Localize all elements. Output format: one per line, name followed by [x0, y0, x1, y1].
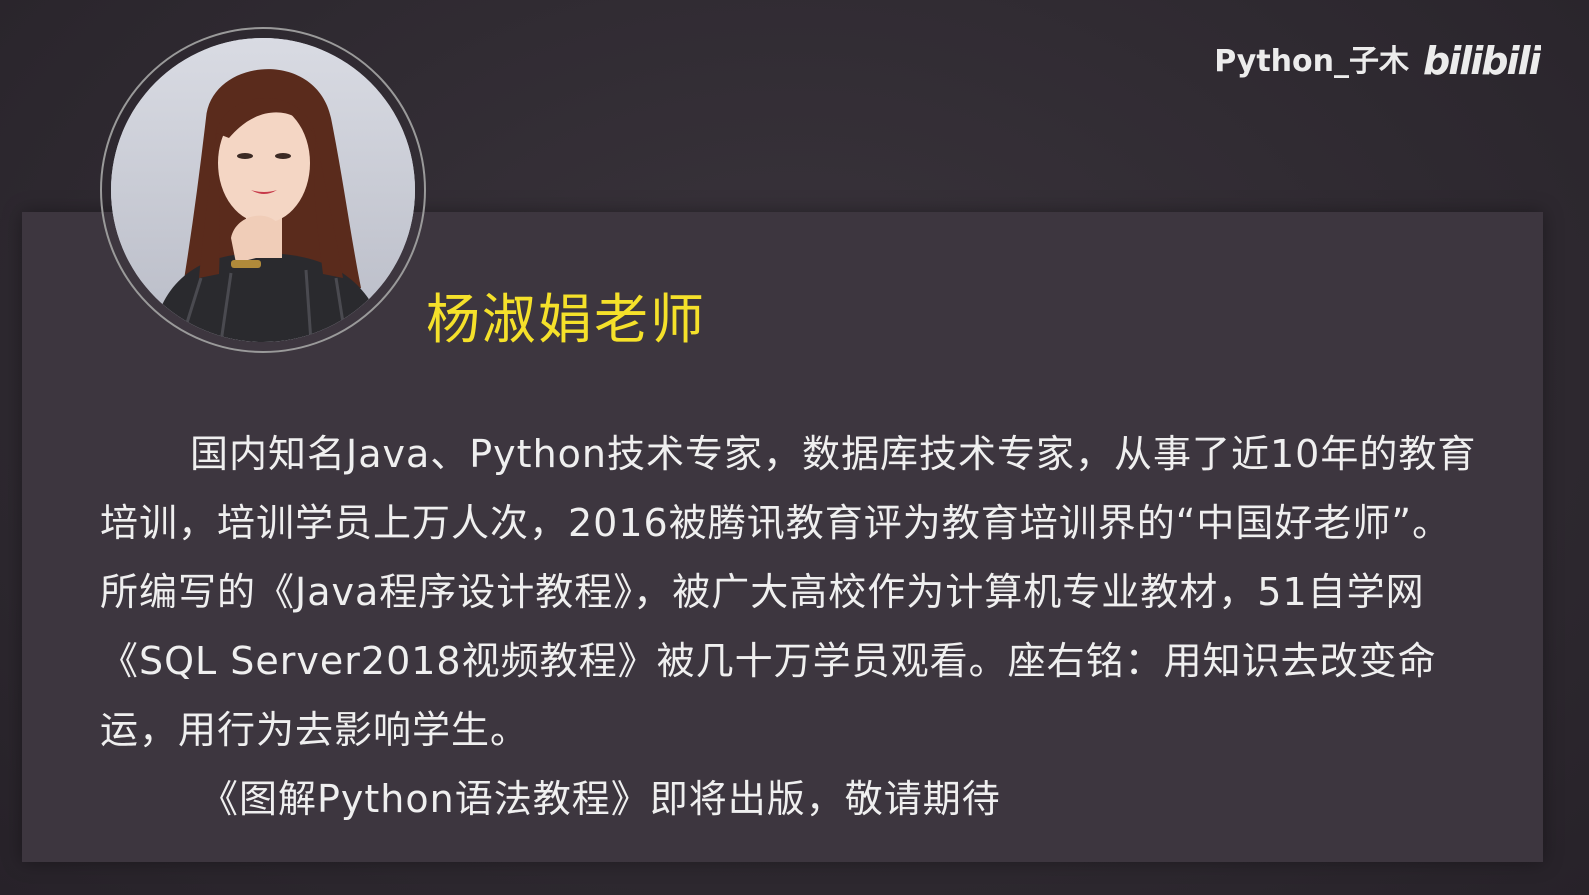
bilibili-logo-icon: bilibili — [1423, 39, 1541, 83]
bio-paragraph: 国内知名Java、Python技术专家，数据库技术专家，从事了近10年的教育培训… — [100, 432, 1477, 752]
teacher-bio: 国内知名Java、Python技术专家，数据库技术专家，从事了近10年的教育培训… — [100, 420, 1480, 834]
publication-note: 《图解Python语法教程》即将出版，敬请期待 — [200, 777, 1001, 821]
channel-name: Python_子木 — [1214, 44, 1409, 79]
bilibili-watermark: Python_子木 bilibili — [1214, 30, 1541, 86]
avatar-frame — [100, 27, 426, 353]
teacher-portrait-icon — [111, 38, 415, 342]
teacher-name: 杨淑娟老师 — [426, 288, 706, 351]
svg-text:bilibili: bilibili — [1423, 39, 1541, 83]
